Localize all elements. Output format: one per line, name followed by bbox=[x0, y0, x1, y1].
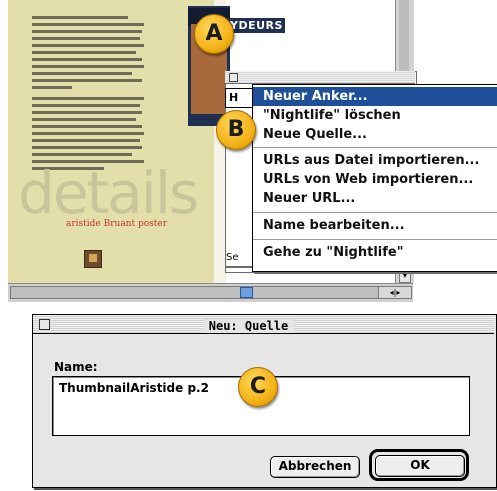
ok-button[interactable]: OK bbox=[375, 455, 465, 477]
scroll-arrows-icon[interactable]: ◂|▸ bbox=[378, 286, 412, 299]
cancel-button[interactable]: Abbrechen bbox=[270, 456, 360, 478]
bookmarks-close-icon[interactable] bbox=[229, 73, 238, 82]
callout-c-front: C bbox=[238, 367, 278, 407]
callout-b: B bbox=[216, 110, 256, 150]
context-menu: Neuer Anker... "Nightlife" löschen Neue … bbox=[252, 84, 497, 272]
poster-text: YDEURS bbox=[228, 18, 285, 33]
callout-a: A bbox=[194, 14, 234, 54]
menu-item-import-file[interactable]: URLs aus Datei importieren... bbox=[253, 151, 497, 170]
menu-item-goto-nightlife[interactable]: Gehe zu "Nightlife" bbox=[253, 243, 497, 262]
details-heading: details bbox=[18, 159, 199, 227]
dialog-titlebar[interactable] bbox=[33, 315, 494, 334]
menu-item-edit-name[interactable]: Name bearbeiten... bbox=[253, 216, 497, 235]
menu-item-delete-nightlife[interactable]: "Nightlife" löschen bbox=[253, 106, 497, 125]
document-page: details aristide Bruant poster bbox=[8, 0, 214, 283]
name-label: Name: bbox=[54, 360, 98, 374]
caption-link[interactable]: aristide Bruant poster bbox=[66, 219, 167, 229]
bookmarks-row[interactable]: H bbox=[225, 88, 254, 108]
menu-item-import-web[interactable]: URLs von Web importieren... bbox=[253, 170, 497, 189]
menu-separator bbox=[253, 239, 497, 240]
horizontal-scroll-thumb[interactable] bbox=[240, 287, 253, 298]
horizontal-scrollbar[interactable] bbox=[10, 286, 380, 299]
menu-separator bbox=[253, 212, 497, 213]
dialog-close-icon[interactable] bbox=[39, 319, 50, 330]
menu-separator bbox=[253, 147, 497, 148]
menu-item-new-anchor[interactable]: Neuer Anker... bbox=[253, 87, 497, 106]
bookmarks-footer-label: Se bbox=[226, 252, 239, 263]
thumbnail-image[interactable] bbox=[84, 250, 102, 268]
menu-item-new-source[interactable]: Neue Quelle... bbox=[253, 125, 497, 144]
bookmarks-titlebar[interactable] bbox=[225, 71, 415, 84]
menu-item-new-url[interactable]: Neuer URL... bbox=[253, 189, 497, 208]
